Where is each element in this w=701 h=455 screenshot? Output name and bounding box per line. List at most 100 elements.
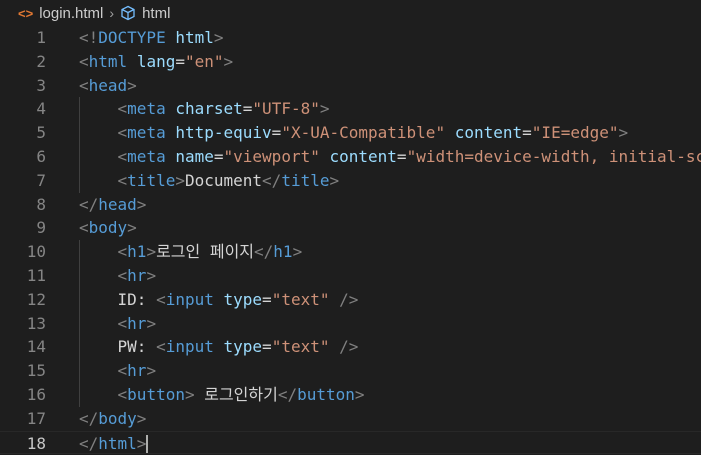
code-token: >	[618, 123, 629, 143]
code-token: >	[127, 218, 137, 238]
breadcrumb-file[interactable]: <> login.html	[18, 5, 103, 22]
code-token: >	[329, 170, 340, 190]
code-line[interactable]: 10 <h1>로그인 페이지</h1>	[0, 240, 701, 264]
line-number: 3	[36, 75, 46, 95]
code-token: "text"	[271, 289, 330, 309]
code-line[interactable]: 16 <button> 로그인하기</button>	[0, 382, 701, 407]
code-line[interactable]: 3 <head>	[0, 74, 701, 98]
cube-icon	[120, 5, 136, 21]
code-token: name	[175, 146, 214, 166]
code-token: content	[454, 123, 523, 143]
code-token: hr	[127, 313, 147, 333]
code-text: PW: <input type="text" />	[79, 335, 359, 359]
line-number: 15	[26, 361, 46, 381]
code-token: hr	[127, 265, 147, 285]
code-token: title	[281, 170, 330, 190]
breadcrumb: <> login.html › html	[0, 0, 701, 26]
code-token: =	[522, 123, 532, 143]
code-token: </	[79, 408, 99, 428]
code-token: Document	[184, 170, 263, 190]
code-token: =	[396, 146, 407, 166]
code-token: body	[98, 408, 137, 428]
code-token: type	[223, 337, 263, 357]
code-token: <	[79, 51, 89, 71]
line-number: 11	[26, 265, 46, 285]
code-text: <meta name="viewport" content="width=dev…	[79, 145, 701, 169]
code-token: =	[213, 146, 224, 166]
code-editor[interactable]: 1 <!DOCTYPE html> 2 <html lang="en"> 3 <head>…	[0, 26, 701, 455]
code-line[interactable]: 9 <body>	[0, 216, 701, 240]
breadcrumb-element[interactable]: html	[120, 5, 170, 22]
code-token: html	[88, 51, 128, 71]
code-token: content	[329, 146, 397, 166]
code-token: >	[223, 51, 234, 71]
code-token: >	[146, 242, 157, 262]
code-token: head	[88, 75, 128, 95]
code-token: input	[165, 289, 214, 309]
code-line[interactable]: 2 <html lang="en">	[0, 50, 701, 74]
code-line[interactable]: 14 PW: <input type="text" />	[0, 335, 701, 360]
code-line[interactable]: 5 <meta http-equiv="X-UA-Compatible" con…	[0, 121, 701, 145]
code-token: "en"	[184, 51, 224, 71]
html-file-icon: <>	[18, 5, 34, 21]
code-token: </	[79, 194, 99, 214]
code-token: ID:	[79, 289, 157, 309]
code-token: <	[79, 218, 89, 238]
code-token: hr	[127, 361, 147, 381]
code-token: >	[354, 384, 365, 404]
code-text: <hr>	[79, 312, 157, 336]
code-line[interactable]: 17 </body>	[0, 407, 701, 431]
code-token: http-equiv	[175, 123, 272, 143]
code-line[interactable]: 13 <hr>	[0, 311, 701, 336]
code-token: 로그인 페이지	[156, 242, 255, 262]
code-token: =	[271, 123, 282, 143]
line-number: 18	[26, 433, 46, 453]
line-number: 7	[36, 170, 46, 190]
code-token: <!	[79, 28, 99, 47]
code-token: >	[146, 361, 157, 381]
code-token: >	[146, 265, 157, 285]
code-token: "width=device-width, initial-sc	[406, 146, 701, 166]
code-token: button	[127, 384, 185, 404]
code-line[interactable]: 12 ID: <input type="text" />	[0, 287, 701, 312]
line-number: 1	[36, 28, 46, 47]
code-line[interactable]: 1 <!DOCTYPE html>	[0, 26, 701, 50]
code-line[interactable]: 7 <title>Document</title>	[0, 168, 701, 193]
code-token: 로그인하기	[194, 384, 278, 404]
code-token: />	[339, 337, 359, 357]
code-text: <html lang="en">	[79, 50, 233, 74]
code-token: </	[254, 242, 274, 262]
code-token: =	[262, 289, 272, 309]
code-text: <button> 로그인하기</button>	[79, 383, 365, 407]
code-text: <!DOCTYPE html>	[79, 26, 224, 50]
code-token: <	[117, 384, 128, 404]
code-text: <meta http-equiv="X-UA-Compatible" conte…	[79, 121, 629, 145]
code-line[interactable]: 15 <hr>	[0, 359, 701, 383]
code-text: <hr>	[79, 359, 157, 383]
code-line[interactable]: 11 <hr>	[0, 263, 701, 288]
line-number: 4	[36, 99, 46, 119]
code-line[interactable]: 8 </head>	[0, 193, 701, 217]
code-text: <head>	[79, 74, 137, 98]
code-token: "UTF-8"	[252, 99, 320, 119]
line-number: 8	[36, 194, 46, 214]
code-token: PW:	[79, 337, 157, 357]
code-line[interactable]: 4 <meta charset="UTF-8">	[0, 97, 701, 122]
code-token: >	[184, 384, 195, 404]
line-number: 9	[36, 218, 46, 238]
code-token: "viewport"	[223, 146, 320, 166]
code-token: <	[117, 242, 128, 262]
code-token: input	[165, 337, 214, 357]
code-line[interactable]: 18 </html>	[0, 430, 701, 455]
code-line[interactable]: 6 <meta name="viewport" content="width=d…	[0, 144, 701, 169]
code-token: >	[136, 408, 147, 428]
